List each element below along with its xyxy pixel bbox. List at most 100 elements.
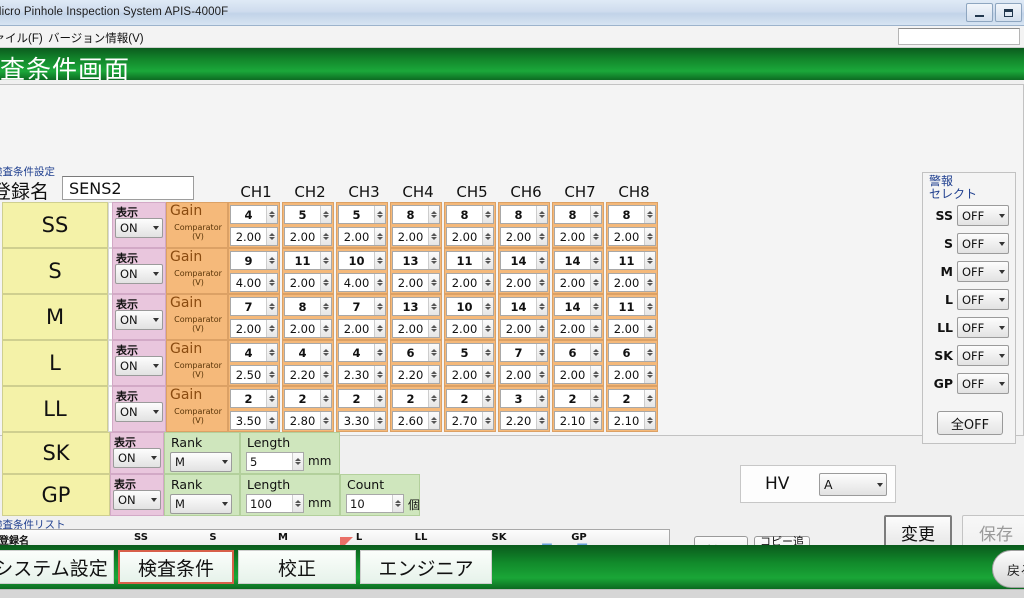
comparator-spinner-s-ch1-stepper[interactable] (266, 274, 277, 291)
count-spinner-gp[interactable]: 10 (346, 494, 404, 513)
list-column-header-6[interactable]: SK (471, 532, 527, 543)
comparator-spinner-s-ch2[interactable]: 2.00 (284, 273, 332, 292)
menu-item-version-info[interactable]: バージョン情報(V) (48, 30, 144, 46)
gain-spinner-s-ch4[interactable]: 13 (392, 251, 440, 270)
comparator-spinner-s-ch2-stepper[interactable] (320, 274, 331, 291)
gain-spinner-m-ch2[interactable]: 8 (284, 297, 332, 316)
comparator-spinner-m-ch2[interactable]: 2.00 (284, 319, 332, 338)
gain-spinner-s-ch8-stepper[interactable] (644, 252, 655, 269)
count-spinner-gp-stepper[interactable] (392, 495, 403, 512)
gain-spinner-s-ch4-stepper[interactable] (428, 252, 439, 269)
minimize-button[interactable] (966, 3, 993, 22)
comparator-spinner-ss-ch7[interactable]: 2.00 (554, 227, 602, 246)
gain-spinner-s-ch2-stepper[interactable] (320, 252, 331, 269)
rank-select-sk[interactable]: M (170, 452, 232, 472)
comparator-spinner-l-ch8-stepper[interactable] (644, 366, 655, 383)
gain-spinner-l-ch1-stepper[interactable] (266, 344, 277, 361)
gain-spinner-ll-ch4-stepper[interactable] (428, 390, 439, 407)
tab-3[interactable]: エンジニア (360, 550, 492, 584)
gain-spinner-s-ch2[interactable]: 11 (284, 251, 332, 270)
gain-spinner-ll-ch5-stepper[interactable] (482, 390, 493, 407)
comparator-spinner-l-ch7[interactable]: 2.00 (554, 365, 602, 384)
gain-spinner-l-ch7-stepper[interactable] (590, 344, 601, 361)
comparator-spinner-ll-ch2[interactable]: 2.80 (284, 411, 332, 430)
comparator-spinner-ss-ch7-stepper[interactable] (590, 228, 601, 245)
gain-spinner-ss-ch2-stepper[interactable] (320, 206, 331, 223)
tab-1[interactable]: 検査条件 (118, 550, 234, 584)
list-column-header-7[interactable]: GP (551, 532, 607, 543)
comparator-spinner-ss-ch8[interactable]: 2.00 (608, 227, 656, 246)
gain-spinner-l-ch3[interactable]: 4 (338, 343, 386, 362)
comparator-spinner-s-ch6-stepper[interactable] (536, 274, 547, 291)
gain-spinner-ll-ch8[interactable]: 2 (608, 389, 656, 408)
gain-spinner-ss-ch6[interactable]: 8 (500, 205, 548, 224)
comparator-spinner-l-ch5-stepper[interactable] (482, 366, 493, 383)
gain-spinner-ll-ch4[interactable]: 2 (392, 389, 440, 408)
gain-spinner-ll-ch6-stepper[interactable] (536, 390, 547, 407)
menu-item-file[interactable]: ファイル(F) (0, 30, 43, 46)
comparator-spinner-ll-ch8-stepper[interactable] (644, 412, 655, 429)
length-spinner-gp[interactable]: 100 (246, 494, 304, 513)
comparator-spinner-l-ch8[interactable]: 2.00 (608, 365, 656, 384)
comparator-spinner-ll-ch5-stepper[interactable] (482, 412, 493, 429)
comparator-spinner-l-ch3-stepper[interactable] (374, 366, 385, 383)
gain-spinner-s-ch7[interactable]: 14 (554, 251, 602, 270)
gain-spinner-ss-ch3-stepper[interactable] (374, 206, 385, 223)
gain-spinner-ll-ch5[interactable]: 2 (446, 389, 494, 408)
comparator-spinner-l-ch5[interactable]: 2.00 (446, 365, 494, 384)
gain-spinner-ss-ch2[interactable]: 5 (284, 205, 332, 224)
list-column-header-4[interactable]: L (331, 532, 387, 543)
comparator-spinner-m-ch5[interactable]: 2.00 (446, 319, 494, 338)
alarm-select-gp[interactable]: OFF (957, 373, 1009, 394)
comparator-spinner-ss-ch4[interactable]: 2.00 (392, 227, 440, 246)
gain-spinner-m-ch6-stepper[interactable] (536, 298, 547, 315)
all-off-button[interactable]: 全OFF (937, 411, 1003, 435)
comparator-spinner-s-ch5-stepper[interactable] (482, 274, 493, 291)
comparator-spinner-l-ch6-stepper[interactable] (536, 366, 547, 383)
gain-spinner-ll-ch2[interactable]: 2 (284, 389, 332, 408)
back-button[interactable]: 戻る (992, 550, 1024, 588)
gain-spinner-m-ch7-stepper[interactable] (590, 298, 601, 315)
alarm-select-ss[interactable]: OFF (957, 205, 1009, 226)
gain-spinner-s-ch8[interactable]: 11 (608, 251, 656, 270)
comparator-spinner-m-ch4[interactable]: 2.00 (392, 319, 440, 338)
gain-spinner-m-ch3[interactable]: 7 (338, 297, 386, 316)
gain-spinner-l-ch8-stepper[interactable] (644, 344, 655, 361)
gain-spinner-ss-ch8-stepper[interactable] (644, 206, 655, 223)
tab-0[interactable]: システム設定 (0, 550, 114, 584)
comparator-spinner-m-ch5-stepper[interactable] (482, 320, 493, 337)
comparator-spinner-s-ch8-stepper[interactable] (644, 274, 655, 291)
comparator-spinner-m-ch6-stepper[interactable] (536, 320, 547, 337)
gain-spinner-ll-ch1[interactable]: 2 (230, 389, 278, 408)
menubar-text-field[interactable] (898, 28, 1020, 45)
comparator-spinner-ll-ch3[interactable]: 3.30 (338, 411, 386, 430)
comparator-spinner-l-ch7-stepper[interactable] (590, 366, 601, 383)
gain-spinner-l-ch2-stepper[interactable] (320, 344, 331, 361)
length-spinner-sk-stepper[interactable] (292, 453, 303, 470)
gain-spinner-ll-ch7[interactable]: 2 (554, 389, 602, 408)
comparator-spinner-ss-ch1-stepper[interactable] (266, 228, 277, 245)
gain-spinner-ss-ch4-stepper[interactable] (428, 206, 439, 223)
gain-spinner-ss-ch4[interactable]: 8 (392, 205, 440, 224)
comparator-spinner-s-ch3[interactable]: 4.00 (338, 273, 386, 292)
gain-spinner-s-ch1[interactable]: 9 (230, 251, 278, 270)
gain-spinner-l-ch6-stepper[interactable] (536, 344, 547, 361)
registration-name-input[interactable]: SENS2 (62, 176, 194, 200)
comparator-spinner-s-ch1[interactable]: 4.00 (230, 273, 278, 292)
display-select-l[interactable]: ON (115, 356, 163, 376)
display-select-s[interactable]: ON (115, 264, 163, 284)
gain-spinner-m-ch4[interactable]: 13 (392, 297, 440, 316)
comparator-spinner-ss-ch2-stepper[interactable] (320, 228, 331, 245)
display-select-gp[interactable]: ON (113, 490, 161, 510)
alarm-select-m[interactable]: OFF (957, 261, 1009, 282)
comparator-spinner-l-ch1[interactable]: 2.50 (230, 365, 278, 384)
gain-spinner-m-ch1[interactable]: 7 (230, 297, 278, 316)
comparator-spinner-s-ch7[interactable]: 2.00 (554, 273, 602, 292)
comparator-spinner-ll-ch5[interactable]: 2.70 (446, 411, 494, 430)
gain-spinner-ll-ch3[interactable]: 2 (338, 389, 386, 408)
comparator-spinner-m-ch3-stepper[interactable] (374, 320, 385, 337)
alarm-select-l[interactable]: OFF (957, 289, 1009, 310)
comparator-spinner-ss-ch5[interactable]: 2.00 (446, 227, 494, 246)
gain-spinner-m-ch4-stepper[interactable] (428, 298, 439, 315)
comparator-spinner-s-ch4[interactable]: 2.00 (392, 273, 440, 292)
